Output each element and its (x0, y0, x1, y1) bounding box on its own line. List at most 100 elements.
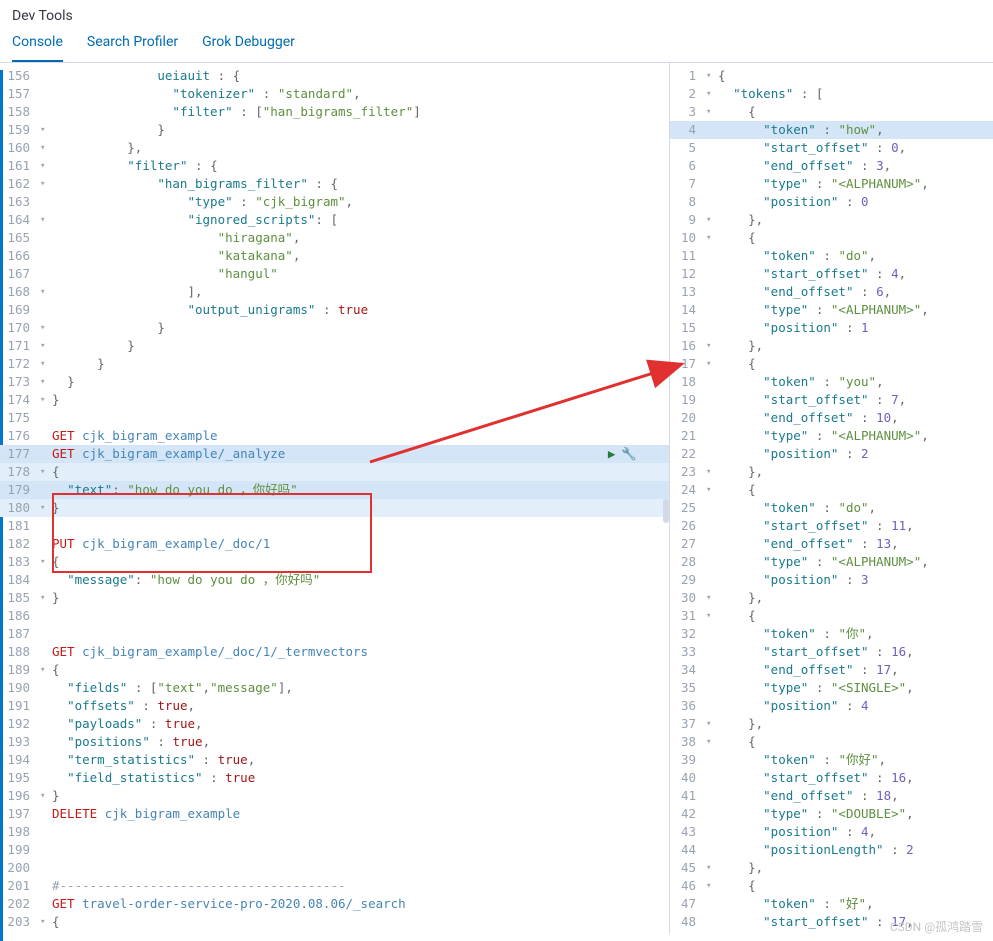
code-line[interactable]: 35 "type" : "<SINGLE>", (670, 679, 993, 697)
code-line[interactable]: 191 "offsets" : true, (0, 697, 669, 715)
code-line[interactable]: 162▾ "han_bigrams_filter" : { (0, 175, 669, 193)
code-line[interactable]: 17▾ { (670, 355, 993, 373)
code-line[interactable]: 30▾ }, (670, 589, 993, 607)
fold-icon[interactable]: ▾ (706, 337, 718, 355)
code-line[interactable]: 39 "token" : "你好", (670, 751, 993, 769)
code-line[interactable]: 172▾ } (0, 355, 669, 373)
fold-icon[interactable]: ▾ (706, 211, 718, 229)
fold-icon[interactable]: ▾ (706, 103, 718, 121)
code-line[interactable]: 6 "end_offset" : 3, (670, 157, 993, 175)
code-line[interactable]: 173▾ } (0, 373, 669, 391)
code-line[interactable]: 201#------------------------------------… (0, 877, 669, 895)
request-editor[interactable]: 156 ueiauit : {157 "tokenizer" : "standa… (0, 63, 670, 934)
code-line[interactable]: 32 "token" : "你", (670, 625, 993, 643)
code-line[interactable]: 16▾ }, (670, 337, 993, 355)
tab-grok-debugger[interactable]: Grok Debugger (202, 34, 295, 62)
code-line[interactable]: 45▾ }, (670, 859, 993, 877)
code-line[interactable]: 46▾ { (670, 877, 993, 895)
code-line[interactable]: 160▾ }, (0, 139, 669, 157)
fold-icon[interactable]: ▾ (40, 931, 52, 934)
fold-icon[interactable]: ▾ (40, 787, 52, 805)
code-line[interactable]: 18 "token" : "you", (670, 373, 993, 391)
code-line[interactable]: 1▾{ (670, 67, 993, 85)
code-line[interactable]: 203▾{ (0, 913, 669, 931)
fold-icon[interactable]: ▾ (40, 661, 52, 679)
code-line[interactable]: 195 "field_statistics" : true (0, 769, 669, 787)
panel-resize-handle[interactable] (663, 499, 669, 523)
fold-icon[interactable]: ▾ (706, 85, 718, 103)
code-line[interactable]: 193 "positions" : true, (0, 733, 669, 751)
code-line[interactable]: 34 "end_offset" : 17, (670, 661, 993, 679)
code-line[interactable]: 157 "tokenizer" : "standard", (0, 85, 669, 103)
code-line[interactable]: 26 "start_offset" : 11, (670, 517, 993, 535)
code-line[interactable]: 8 "position" : 0 (670, 193, 993, 211)
code-line[interactable]: 171▾ } (0, 337, 669, 355)
fold-icon[interactable]: ▾ (40, 373, 52, 391)
code-line[interactable]: 161▾ "filter" : { (0, 157, 669, 175)
code-line[interactable]: 42 "type" : "<DOUBLE>", (670, 805, 993, 823)
code-line[interactable]: 36 "position" : 4 (670, 697, 993, 715)
tab-console[interactable]: Console (12, 34, 63, 62)
code-line[interactable]: 12 "start_offset" : 4, (670, 265, 993, 283)
code-line[interactable]: 192 "payloads" : true, (0, 715, 669, 733)
code-line[interactable]: 194 "term_statistics" : true, (0, 751, 669, 769)
code-line[interactable]: 198 (0, 823, 669, 841)
code-line[interactable]: 10▾ { (670, 229, 993, 247)
code-line[interactable]: 167 "hangul" (0, 265, 669, 283)
code-line[interactable]: 29 "position" : 3 (670, 571, 993, 589)
code-line[interactable]: 33 "start_offset" : 16, (670, 643, 993, 661)
code-line[interactable]: 28 "type" : "<ALPHANUM>", (670, 553, 993, 571)
code-line[interactable]: 181 (0, 517, 669, 535)
code-line[interactable]: 184 "message": "how do you do ，你好吗" (0, 571, 669, 589)
fold-icon[interactable]: ▾ (40, 337, 52, 355)
fold-icon[interactable]: ▾ (40, 175, 52, 193)
fold-icon[interactable]: ▾ (40, 499, 52, 517)
code-line[interactable]: 166 "katakana", (0, 247, 669, 265)
code-line[interactable]: 169 "output_unigrams" : true (0, 301, 669, 319)
code-line[interactable]: 186 (0, 607, 669, 625)
code-line[interactable]: 7 "type" : "<ALPHANUM>", (670, 175, 993, 193)
code-line[interactable]: 185▾} (0, 589, 669, 607)
code-line[interactable]: 202GET travel-order-service-pro-2020.08.… (0, 895, 669, 913)
code-line[interactable]: 180▾} (0, 499, 669, 517)
fold-icon[interactable]: ▾ (40, 463, 52, 481)
play-icon[interactable]: ▶ (608, 445, 616, 463)
fold-icon[interactable]: ▾ (40, 391, 52, 409)
code-line[interactable]: 177GET cjk_bigram_example/_analyze▶🔧 (0, 445, 669, 463)
code-line[interactable]: 188GET cjk_bigram_example/_doc/1/_termve… (0, 643, 669, 661)
code-line[interactable]: 14 "type" : "<ALPHANUM>", (670, 301, 993, 319)
code-line[interactable]: 190 "fields" : ["text","message"], (0, 679, 669, 697)
code-line[interactable]: 179 "text": "how do you do ，你好吗" (0, 481, 669, 499)
fold-icon[interactable]: ▾ (40, 283, 52, 301)
fold-icon[interactable]: ▾ (40, 553, 52, 571)
code-line[interactable]: 174▾} (0, 391, 669, 409)
code-line[interactable]: 15 "position" : 1 (670, 319, 993, 337)
code-line[interactable]: 204▾ "query": { (0, 931, 669, 934)
fold-icon[interactable]: ▾ (706, 355, 718, 373)
code-line[interactable]: 156 ueiauit : { (0, 67, 669, 85)
code-line[interactable]: 43 "position" : 4, (670, 823, 993, 841)
code-line[interactable]: 19 "start_offset" : 7, (670, 391, 993, 409)
code-line[interactable]: 176GET cjk_bigram_example (0, 427, 669, 445)
fold-icon[interactable]: ▾ (40, 139, 52, 157)
code-line[interactable]: 24▾ { (670, 481, 993, 499)
fold-icon[interactable]: ▾ (706, 589, 718, 607)
fold-icon[interactable]: ▾ (40, 211, 52, 229)
code-line[interactable]: 9▾ }, (670, 211, 993, 229)
code-line[interactable]: 187 (0, 625, 669, 643)
code-line[interactable]: 196▾} (0, 787, 669, 805)
fold-icon[interactable]: ▾ (40, 913, 52, 931)
fold-icon[interactable]: ▾ (706, 481, 718, 499)
fold-icon[interactable]: ▾ (706, 607, 718, 625)
code-line[interactable]: 163 "type" : "cjk_bigram", (0, 193, 669, 211)
tab-search-profiler[interactable]: Search Profiler (87, 34, 178, 62)
code-line[interactable]: 199 (0, 841, 669, 859)
fold-icon[interactable]: ▾ (706, 859, 718, 877)
code-line[interactable]: 25 "token" : "do", (670, 499, 993, 517)
code-line[interactable]: 183▾{ (0, 553, 669, 571)
fold-icon[interactable]: ▾ (706, 877, 718, 895)
code-line[interactable]: 158 "filter" : ["han_bigrams_filter"] (0, 103, 669, 121)
code-line[interactable]: 44 "positionLength" : 2 (670, 841, 993, 859)
code-line[interactable]: 2▾ "tokens" : [ (670, 85, 993, 103)
code-line[interactable]: 4 "token" : "how", (670, 121, 993, 139)
